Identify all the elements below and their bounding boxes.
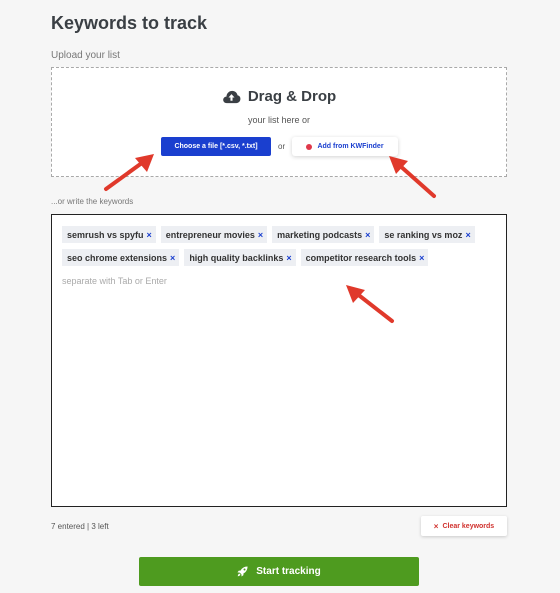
remove-keyword-icon[interactable]: × — [465, 230, 470, 240]
or-separator: or — [278, 142, 286, 151]
keywords-textarea[interactable]: semrush vs spyfu × entrepreneur movies × mar… — [51, 214, 507, 507]
remove-keyword-icon[interactable]: × — [419, 253, 424, 263]
keyword-count: 7 entered | 3 left — [51, 522, 109, 531]
annotation-arrow-keyword-input — [346, 285, 394, 323]
keyword-tag: competitor research tools × — [300, 249, 429, 266]
keyword-tag: seo chrome extensions × — [62, 249, 180, 266]
keyword-tag: se ranking vs moz × — [379, 226, 475, 243]
keyword-tag-label: high quality backlinks — [189, 252, 284, 263]
keyword-tag-label: competitor research tools — [305, 252, 417, 263]
keyword-tag-list: semrush vs spyfu × entrepreneur movies × mar… — [62, 226, 492, 289]
choose-file-button[interactable]: Choose a file [*.csv, *.txt] — [161, 137, 271, 156]
annotation-arrow-kwfinder — [389, 156, 436, 198]
keyword-tag-label: marketing podcasts — [277, 229, 363, 240]
page-title: Keywords to track — [51, 13, 208, 33]
kwfinder-dot-icon — [306, 143, 313, 150]
keyword-tag: semrush vs spyfu × — [62, 226, 156, 243]
start-tracking-button[interactable]: Start tracking — [139, 557, 419, 586]
keyword-tag: high quality backlinks × — [184, 249, 296, 266]
remove-keyword-icon[interactable]: × — [365, 230, 370, 240]
dropzone-subtitle: your list here or — [247, 115, 311, 125]
keyword-tag: marketing podcasts × — [272, 226, 375, 243]
remove-keyword-icon[interactable]: × — [286, 253, 291, 263]
kwfinder-label: Add from KWFinder — [317, 143, 384, 150]
keyword-input[interactable] — [62, 272, 202, 289]
keyword-tag-label: se ranking vs moz — [384, 229, 463, 240]
rocket-icon — [237, 566, 248, 577]
keywords-page: Keywords to track Upload your list Drag … — [0, 0, 560, 593]
keyword-tag-label: seo chrome extensions — [67, 252, 168, 263]
start-tracking-label: Start tracking — [256, 566, 321, 577]
remove-keyword-icon[interactable]: × — [170, 253, 175, 263]
dropzone-title: Drag & Drop — [247, 88, 337, 105]
annotation-arrow-choose-file — [104, 154, 154, 191]
remove-keyword-icon[interactable]: × — [258, 230, 263, 240]
keyword-tag: entrepreneur movies × — [160, 226, 268, 243]
dropzone-title-row: Drag & Drop — [52, 88, 506, 105]
cloud-upload-icon — [223, 90, 241, 104]
clear-keywords-button[interactable]: × Clear keywords — [421, 516, 507, 536]
add-from-kwfinder-button[interactable]: Add from KWFinder — [292, 137, 398, 156]
clear-keywords-label: Clear keywords — [442, 522, 495, 530]
upload-label: Upload your list — [51, 50, 120, 61]
keyword-tag-label: semrush vs spyfu — [67, 229, 144, 240]
write-keywords-label: ...or write the keywords — [51, 197, 134, 206]
close-icon: × — [433, 521, 439, 531]
remove-keyword-icon[interactable]: × — [147, 230, 152, 240]
keyword-tag-label: entrepreneur movies — [165, 229, 255, 240]
